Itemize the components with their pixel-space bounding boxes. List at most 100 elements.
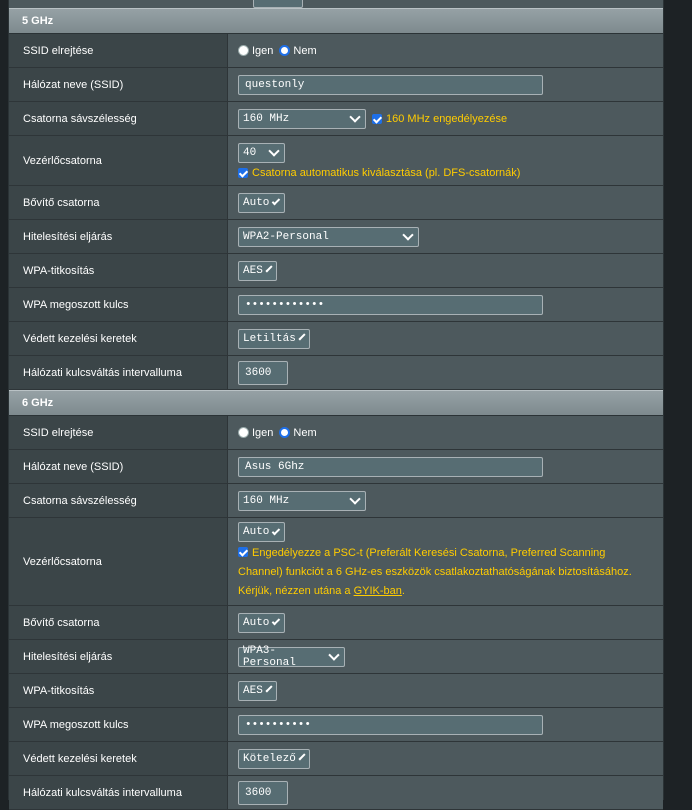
previous-input-stub[interactable] (253, 0, 303, 8)
bandwidth-label: Csatorna sávszélesség (9, 102, 228, 135)
wpa-key-input[interactable]: •••••••••• (238, 714, 543, 735)
previous-section-tail (9, 0, 663, 8)
row-network-name-5ghz: Hálózat neve (SSID) questonly (9, 68, 663, 102)
rekey-input[interactable]: 3600 (238, 780, 288, 805)
wpa-key-input[interactable]: •••••••••••• (238, 294, 543, 315)
enable-160mhz-label: 160 MHz engedélyezése (386, 112, 508, 125)
auto-channel-label: Csatorna automatikus kiválasztása (pl. D… (252, 166, 521, 179)
pmf-label: Védett kezelési keretek (9, 322, 228, 355)
ssid-hide-no-label: Nem (293, 44, 317, 57)
chevron-down-icon (272, 196, 281, 206)
chevron-down-icon (349, 111, 361, 123)
row-pmf-6ghz: Védett kezelési keretek Kötelező (9, 742, 663, 776)
ssid-hide-yes-label: Igen (252, 44, 274, 57)
wpa-encryption-value: AES (243, 264, 263, 277)
bandwidth-select[interactable]: 160 MHz (238, 108, 366, 129)
bandwidth-select-value: 160 MHz (243, 112, 290, 125)
ext-channel-select[interactable]: Auto (238, 612, 285, 633)
row-network-name-6ghz: Hálózat neve (SSID) Asus 6Ghz (9, 450, 663, 484)
ssid-hide-no-label: Nem (293, 426, 317, 439)
network-name-input[interactable]: questonly (238, 74, 543, 95)
chevron-down-icon (268, 145, 280, 157)
ext-channel-value: Auto (243, 616, 270, 629)
pmf-select[interactable]: Kötelező (238, 748, 310, 769)
row-wpa-key-6ghz: WPA megoszott kulcs •••••••••• (9, 708, 663, 742)
chevron-down-icon (265, 265, 273, 273)
bandwidth-select-value: 160 MHz (243, 494, 290, 507)
control-channel-select[interactable]: 40 (238, 142, 285, 163)
auth-method-label: Hitelesítési eljárás (9, 640, 228, 673)
ssid-hide-label: SSID elrejtése (9, 416, 228, 449)
row-ssid-hide-6ghz: SSID elrejtése Igen Nem (9, 416, 663, 450)
row-control-channel-6ghz: Vezérlőcsatorna Auto Engedélyezze a PSC-… (9, 518, 663, 606)
pmf-value: Kötelező (243, 752, 296, 765)
chevron-down-icon (349, 493, 361, 505)
wpa-encryption-select[interactable]: AES (238, 680, 277, 701)
network-name-input[interactable]: Asus 6Ghz (238, 456, 543, 477)
rekey-label: Hálózati kulcsváltás intervalluma (9, 356, 228, 389)
ssid-hide-yes-radio[interactable] (238, 45, 249, 56)
control-channel-value: 40 (243, 146, 257, 159)
section-header-5ghz: 5 GHz (9, 8, 663, 34)
chevron-down-icon (402, 229, 414, 241)
row-ssid-hide-5ghz: SSID elrejtése Igen Nem (9, 34, 663, 68)
psc-notice: Engedélyezze a PSC-t (Preferált Keresési… (238, 544, 653, 601)
rekey-input[interactable]: 3600 (238, 360, 288, 385)
enable-160mhz-checkbox[interactable] (372, 113, 382, 124)
pmf-select[interactable]: Letiltás (238, 328, 310, 349)
wpa-encryption-value: AES (243, 684, 263, 697)
row-rekey-5ghz: Hálózati kulcsváltás intervalluma 3600 (9, 356, 663, 390)
row-wpa-encryption-6ghz: WPA-titkosítás AES (9, 674, 663, 708)
wpa-key-label: WPA megoszott kulcs (9, 708, 228, 741)
auth-method-select[interactable]: WPA3-Personal (238, 645, 345, 669)
auth-method-select[interactable]: WPA2-Personal (238, 226, 419, 247)
wpa-encryption-select[interactable]: AES (238, 260, 277, 281)
ext-channel-label: Bővítő csatorna (9, 606, 228, 639)
auth-method-value: WPA2-Personal (243, 230, 329, 243)
pmf-label: Védett kezelési keretek (9, 742, 228, 775)
chevron-down-icon (265, 685, 273, 693)
chevron-down-icon (328, 649, 340, 661)
row-pmf-5ghz: Védett kezelési keretek Letiltás (9, 322, 663, 356)
row-ext-channel-6ghz: Bővítő csatorna Auto (9, 606, 663, 640)
ssid-hide-label: SSID elrejtése (9, 34, 228, 67)
ext-channel-select[interactable]: Auto (238, 192, 285, 213)
row-control-channel-5ghz: Vezérlőcsatorna 40 Csatorna automatikus … (9, 136, 663, 186)
row-auth-method-5ghz: Hitelesítési eljárás WPA2-Personal (9, 220, 663, 254)
chevron-down-icon (272, 526, 281, 535)
control-channel-label: Vezérlőcsatorna (9, 136, 228, 185)
pmf-value: Letiltás (243, 332, 296, 345)
ssid-hide-yes-radio[interactable] (238, 427, 249, 438)
bandwidth-select[interactable]: 160 MHz (238, 490, 366, 511)
auth-method-label: Hitelesítési eljárás (9, 220, 228, 253)
bandwidth-label: Csatorna sávszélesség (9, 484, 228, 517)
ssid-hide-yes-label: Igen (252, 426, 274, 439)
psc-tail: . (401, 585, 405, 597)
chevron-down-icon (298, 333, 306, 341)
psc-checkbox[interactable] (238, 547, 248, 557)
ssid-hide-no-radio[interactable] (279, 45, 291, 56)
psc-text: Engedélyezze a PSC-t (Preferált Keresési… (238, 547, 632, 597)
control-channel-select[interactable]: Auto (238, 522, 285, 542)
wpa-encryption-label: WPA-titkosítás (9, 674, 228, 707)
rekey-label: Hálózati kulcsváltás intervalluma (9, 776, 228, 809)
wpa-encryption-label: WPA-titkosítás (9, 254, 228, 287)
row-bandwidth-6ghz: Csatorna sávszélesség 160 MHz (9, 484, 663, 518)
row-wpa-encryption-5ghz: WPA-titkosítás AES (9, 254, 663, 288)
chevron-down-icon (272, 616, 281, 626)
row-rekey-6ghz: Hálózati kulcsváltás intervalluma 3600 (9, 776, 663, 810)
row-wpa-key-5ghz: WPA megoszott kulcs •••••••••••• (9, 288, 663, 322)
row-ext-channel-5ghz: Bővítő csatorna Auto (9, 186, 663, 220)
faq-link[interactable]: GYIK-ban (354, 585, 402, 597)
ssid-hide-no-radio[interactable] (279, 427, 291, 438)
section-header-6ghz: 6 GHz (9, 390, 663, 416)
row-auth-method-6ghz: Hitelesítési eljárás WPA3-Personal (9, 640, 663, 674)
ext-channel-value: Auto (243, 196, 270, 209)
control-channel-value: Auto (243, 526, 270, 538)
control-channel-label: Vezérlőcsatorna (9, 518, 228, 605)
wpa-key-label: WPA megoszott kulcs (9, 288, 228, 321)
network-name-label: Hálózat neve (SSID) (9, 68, 228, 101)
wireless-settings-panel: 5 GHz SSID elrejtése Igen Nem Hálózat ne… (8, 0, 664, 810)
chevron-down-icon (298, 753, 306, 761)
auto-channel-checkbox[interactable] (238, 167, 248, 178)
